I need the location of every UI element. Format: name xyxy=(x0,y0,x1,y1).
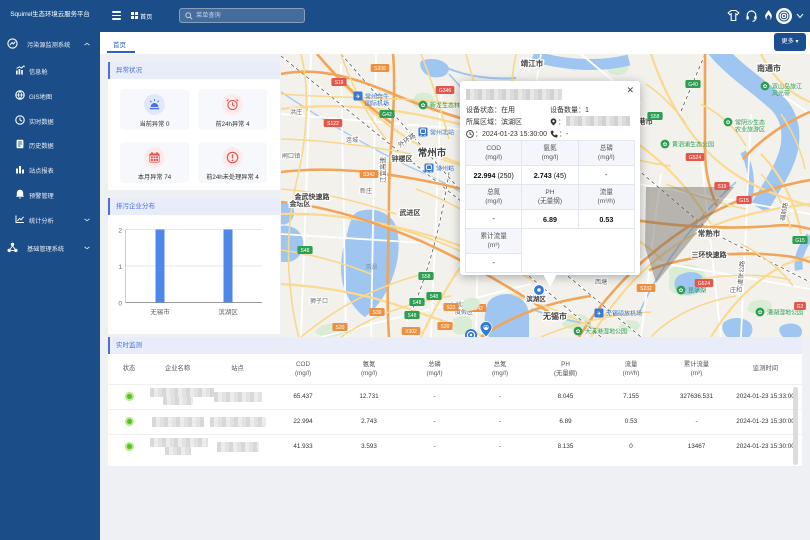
svg-text:X302: X302 xyxy=(405,329,417,335)
svg-text:常熟市: 常熟市 xyxy=(698,228,721,238)
svg-text:新庄: 新庄 xyxy=(360,187,372,195)
svg-text:国际机场: 国际机场 xyxy=(365,100,389,108)
svg-text:S19: S19 xyxy=(718,184,727,190)
svg-text:G40: G40 xyxy=(688,82,698,88)
svg-text:双山岛旅江: 双山岛旅江 xyxy=(772,83,802,91)
svg-text:昆承湖: 昆承湖 xyxy=(688,287,706,295)
svg-text:S232: S232 xyxy=(640,286,652,292)
svg-text:S20: S20 xyxy=(441,324,450,330)
svg-text:大溪港湿地公园: 大溪港湿地公园 xyxy=(585,328,627,336)
svg-text:常州站: 常州站 xyxy=(436,165,454,173)
svg-text:风光带: 风光带 xyxy=(772,90,790,98)
svg-text:钟楼区: 钟楼区 xyxy=(392,154,413,163)
svg-text:548: 548 xyxy=(430,294,439,300)
svg-text:狮子口: 狮子口 xyxy=(310,297,328,305)
svg-text:S48: S48 xyxy=(408,313,417,319)
svg-text:G15: G15 xyxy=(795,238,805,244)
svg-text:漕湖湿地公园: 漕湖湿地公园 xyxy=(767,309,803,317)
svg-text:S20: S20 xyxy=(336,325,345,331)
svg-text:S48: S48 xyxy=(301,248,310,254)
svg-text:滆湖: 滆湖 xyxy=(365,263,377,271)
svg-text:S48: S48 xyxy=(413,300,422,306)
svg-text:G524: G524 xyxy=(689,155,701,161)
svg-text:S19: S19 xyxy=(335,80,344,86)
svg-text:农业旅游区: 农业旅游区 xyxy=(735,126,765,134)
svg-text:✈: ✈ xyxy=(355,93,360,100)
svg-text:常州北站: 常州北站 xyxy=(430,129,454,137)
svg-text:S338: S338 xyxy=(374,66,386,72)
svg-text:S58: S58 xyxy=(422,274,431,280)
svg-text:✿: ✿ xyxy=(576,328,581,335)
svg-text:✿: ✿ xyxy=(663,141,668,148)
svg-text:三环快速路: 三环快速路 xyxy=(692,250,728,259)
svg-text:G2: G2 xyxy=(797,304,804,310)
svg-text:S122: S122 xyxy=(327,121,339,127)
svg-text:常阴沙生态: 常阴沙生态 xyxy=(735,119,765,127)
svg-text:滨湖区: 滨湖区 xyxy=(218,307,238,316)
svg-text:G346: G346 xyxy=(439,88,451,94)
svg-text:洪庄: 洪庄 xyxy=(290,108,302,116)
svg-text:S30: S30 xyxy=(373,310,382,316)
svg-text:黄泗浦生态公园: 黄泗浦生态公园 xyxy=(672,141,714,149)
svg-text:✈: ✈ xyxy=(596,310,601,317)
svg-text:无锡市: 无锡市 xyxy=(542,311,567,321)
svg-text:✿: ✿ xyxy=(421,102,426,109)
svg-text:✿: ✿ xyxy=(758,309,763,316)
svg-text:0: 0 xyxy=(118,301,122,308)
svg-text:新龙生态林: 新龙生态林 xyxy=(430,102,460,110)
svg-text:无锡市: 无锡市 xyxy=(150,307,170,316)
svg-text:靖江市: 靖江市 xyxy=(521,58,544,68)
svg-text:S22: S22 xyxy=(447,305,456,311)
svg-text:G524: G524 xyxy=(698,281,710,287)
svg-text:1: 1 xyxy=(118,264,122,271)
svg-text:金武快速路: 金武快速路 xyxy=(294,192,331,201)
svg-text:常州市: 常州市 xyxy=(418,147,447,159)
svg-text:S342: S342 xyxy=(363,172,375,178)
svg-text:南通市: 南通市 xyxy=(757,63,781,73)
svg-text:2: 2 xyxy=(118,228,122,235)
svg-text:G15: G15 xyxy=(739,198,749,204)
svg-text:S58: S58 xyxy=(651,114,660,120)
svg-text:闸口镇: 闸口镇 xyxy=(282,152,301,160)
svg-text:常州奔牛: 常州奔牛 xyxy=(365,93,389,101)
svg-text:武进区: 武进区 xyxy=(400,208,421,217)
svg-text:江宜高速: 江宜高速 xyxy=(378,157,387,184)
svg-text:✿: ✿ xyxy=(726,119,731,126)
svg-text:连城: 连城 xyxy=(346,136,358,144)
svg-text:G42: G42 xyxy=(382,112,392,118)
svg-text:✿: ✿ xyxy=(679,287,684,294)
svg-text:无锡硕放机场: 无锡硕放机场 xyxy=(606,310,642,318)
svg-text:✿: ✿ xyxy=(763,83,768,90)
svg-text:庄和: 庄和 xyxy=(730,286,742,294)
svg-text:西塘: 西塘 xyxy=(595,278,607,286)
